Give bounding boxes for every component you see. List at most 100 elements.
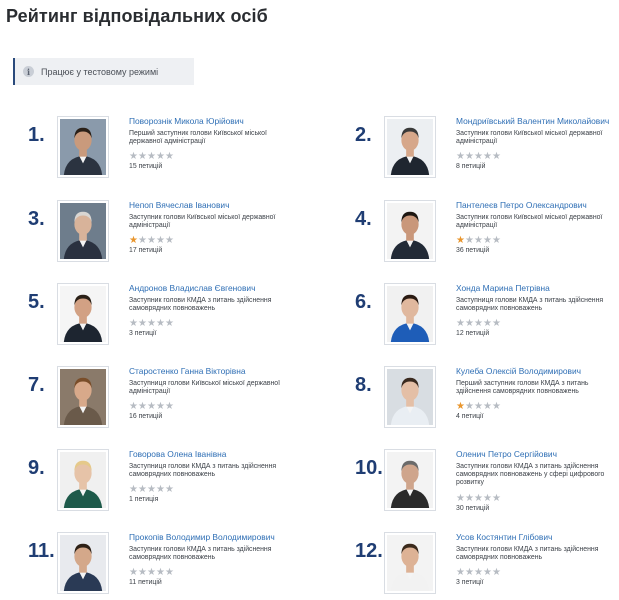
star-icon: ★ [138,235,147,247]
official-card: 3. Непоп Вячеслав Іванович Заступник голов… [28,200,318,270]
official-name-link[interactable]: Непоп Вячеслав Іванович [129,200,294,211]
official-card: 6. Хонда Марина Петрівна Заступниця голови… [355,283,619,353]
star-icon: ★ [138,318,147,330]
star-icon: ★ [129,151,138,163]
official-photo[interactable] [57,366,109,428]
star-icon: ★ [456,151,465,163]
official-photo[interactable] [384,449,436,511]
star-icon: ★ [138,567,147,579]
star-icon: ★ [156,235,165,247]
official-photo[interactable] [384,366,436,428]
official-position: Заступник голови Київської міської держа… [456,214,603,230]
official-card: 10. Оленич Петро Сергійович Заступник голо… [355,449,619,519]
info-icon: i [23,66,34,77]
rank-number: 6. [355,291,372,313]
star-icon: ★ [147,484,156,496]
star-icon: ★ [165,401,174,413]
official-photo[interactable] [384,532,436,594]
star-icon: ★ [492,318,501,330]
official-name-link[interactable]: Мондриївський Валентин Миколайович [456,116,619,127]
rank-number: 12. [355,540,383,562]
official-photo[interactable] [384,116,436,178]
star-icon: ★ [483,235,492,247]
official-photo[interactable] [57,283,109,345]
official-name-link[interactable]: Кулеба Олексій Володимирович [456,366,619,377]
star-icon: ★ [165,318,174,330]
notice-text: Працює у тестовому режимі [41,66,159,77]
petitions-count: 1 петиція [129,496,159,504]
official-info: Усов Костянтин Глібович Заступник голови … [456,532,619,586]
star-icon: ★ [465,401,474,413]
star-icon: ★ [165,484,174,496]
star-icon: ★ [156,151,165,163]
official-photo[interactable] [384,283,436,345]
star-icon: ★ [483,567,492,579]
star-icon: ★ [465,567,474,579]
star-icon: ★ [474,151,483,163]
rating-stars: ★★★★★ [129,317,294,330]
rating-stars: ★★★★★ [456,566,619,579]
official-name-link[interactable]: Поворознік Микола Юрійович [129,116,294,127]
rating-stars: ★★★★★ [129,566,294,579]
rating-stars: ★★★★★ [456,400,619,413]
official-photo[interactable] [57,116,109,178]
star-icon: ★ [483,492,492,504]
star-icon: ★ [147,151,156,163]
official-photo[interactable] [57,532,109,594]
official-name-link[interactable]: Хонда Марина Петрівна [456,283,619,294]
official-card: 5. Андронов Владислав Євгенович Заступник … [28,283,318,353]
official-name-link[interactable]: Андронов Владислав Євгенович [129,283,294,294]
rank-number: 1. [28,124,45,146]
official-name-link[interactable]: Прокопів Володимир Володимирович [129,532,294,543]
official-info: Оленич Петро Сергійович Заступник голови … [456,449,619,512]
official-position: Заступник голови КМДА з питань здійсненн… [456,546,599,562]
rank-number: 4. [355,208,372,230]
petitions-count: 17 петицій [129,247,163,255]
petitions-count: 15 петицій [129,163,163,171]
star-icon: ★ [165,567,174,579]
star-icon: ★ [129,401,138,413]
petitions-count: 30 петицій [456,504,490,512]
official-card: 12. Усов Костянтин Глібович Заступник голо… [355,532,619,600]
official-card: 9. Говорова Олена Іванівна Заступниця голо… [28,449,318,519]
star-icon: ★ [474,235,483,247]
official-name-link[interactable]: Пантелеєв Петро Олександрович [456,200,619,211]
official-name-link[interactable]: Говорова Олена Іванівна [129,449,294,460]
petitions-count: 3 петиції [129,330,157,338]
rank-number: 10. [355,457,383,479]
star-icon: ★ [492,235,501,247]
star-icon: ★ [156,567,165,579]
star-icon: ★ [483,318,492,330]
petitions-count: 16 петицій [129,413,163,421]
rank-number: 9. [28,457,45,479]
star-icon: ★ [129,235,138,247]
official-name-link[interactable]: Старостенко Ганна Вікторівна [129,366,294,377]
official-name-link[interactable]: Усов Костянтин Глібович [456,532,619,543]
official-position: Заступниця голови Київської міської держ… [129,380,281,396]
official-position: Заступниця голови КМДА з питань здійснен… [129,463,277,479]
rank-number: 5. [28,291,45,313]
rating-stars: ★★★★★ [456,492,619,504]
star-icon: ★ [465,151,474,163]
official-info: Андронов Владислав Євгенович Заступник го… [129,283,294,337]
official-info: Пантелеєв Петро Олександрович Заступник г… [456,200,619,254]
official-card: 1. Поворознік Микола Юрійович Перший засту… [28,116,318,186]
star-icon: ★ [129,567,138,579]
star-icon: ★ [465,235,474,247]
official-photo[interactable] [57,200,109,262]
official-info: Мондриївський Валентин Миколайович Заступ… [456,116,619,170]
star-icon: ★ [492,401,501,413]
rank-number: 2. [355,124,372,146]
star-icon: ★ [456,235,465,247]
official-photo[interactable] [57,449,109,511]
star-icon: ★ [138,484,147,496]
official-position: Перший заступник голови Київської місько… [129,130,267,146]
star-icon: ★ [138,151,147,163]
official-photo[interactable] [384,200,436,262]
rating-stars: ★★★★★ [456,150,619,163]
star-icon: ★ [474,492,483,504]
star-icon: ★ [474,567,483,579]
official-name-link[interactable]: Оленич Петро Сергійович [456,449,619,460]
star-icon: ★ [147,567,156,579]
official-position: Заступник голови Київської міської держа… [129,214,276,230]
